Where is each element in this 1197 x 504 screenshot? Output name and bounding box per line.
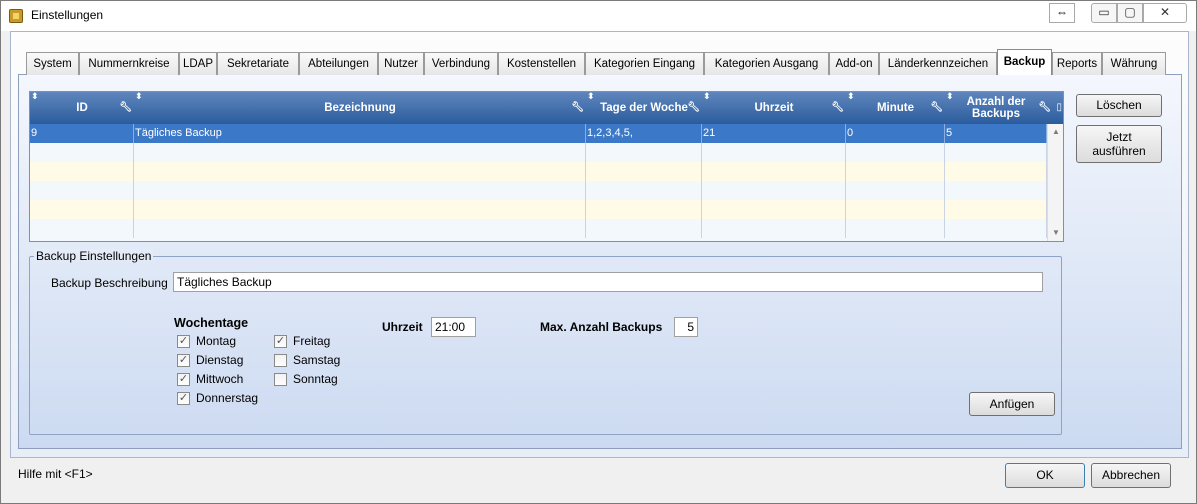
- delete-button[interactable]: Löschen: [1076, 94, 1162, 117]
- column-header-minute[interactable]: ⬍ Minute 🔧︎: [846, 92, 945, 124]
- empty-row: [30, 162, 1047, 181]
- add-button[interactable]: Anfügen: [969, 392, 1055, 416]
- check-icon: ✓: [177, 334, 190, 348]
- sort-icon[interactable]: ⬍: [135, 92, 143, 101]
- tab-laenderkennzeichen[interactable]: Länderkennzeichen: [879, 52, 997, 75]
- column-header-bezeichnung[interactable]: ⬍ Bezeichnung 🔧︎: [134, 92, 586, 124]
- weekdays-label: Wochentage: [174, 316, 249, 330]
- checkbox-montag[interactable]: ✓ Montag: [177, 334, 236, 348]
- filter-icon[interactable]: 🔧︎: [119, 103, 132, 113]
- tab-abteilungen[interactable]: Abteilungen: [299, 52, 378, 75]
- sort-icon[interactable]: ⬍: [847, 92, 855, 101]
- tab-waehrung[interactable]: Währung: [1102, 52, 1166, 75]
- title-bar: Einstellungen ⇔ ▭ ▢ ✕: [1, 1, 1196, 31]
- filter-icon[interactable]: 🔧︎: [687, 103, 700, 113]
- window-title: Einstellungen: [31, 8, 104, 22]
- empty-row: [30, 181, 1047, 200]
- cell-minute: 0: [846, 124, 945, 143]
- filter-icon[interactable]: 🔧︎: [571, 103, 584, 113]
- grid-scrollbar[interactable]: ▲ ▼: [1047, 124, 1063, 241]
- minimize-icon[interactable]: ▭: [1091, 3, 1117, 23]
- cell-bezeichnung: Tägliches Backup: [134, 124, 586, 143]
- maximize-icon[interactable]: ▢: [1117, 3, 1143, 23]
- restore-layout-icon[interactable]: ⇔: [1049, 3, 1075, 23]
- checkbox-dienstag[interactable]: ✓ Dienstag: [177, 353, 243, 367]
- tab-add-on[interactable]: Add-on: [829, 52, 879, 75]
- check-icon: ✓: [177, 372, 190, 386]
- cell-anzahl: 5: [945, 124, 1047, 143]
- max-backups-label: Max. Anzahl Backups: [540, 320, 663, 334]
- tab-sekretariate[interactable]: Sekretariate: [217, 52, 299, 75]
- tab-system[interactable]: System: [26, 52, 79, 75]
- filter-icon[interactable]: 🔧︎: [1038, 103, 1051, 113]
- cell-uhrzeit: 21: [702, 124, 846, 143]
- help-hint: Hilfe mit <F1>: [18, 467, 93, 481]
- tab-reports[interactable]: Reports: [1052, 52, 1102, 75]
- tab-verbindung[interactable]: Verbindung: [424, 52, 498, 75]
- close-icon[interactable]: ✕: [1143, 3, 1187, 23]
- sort-icon[interactable]: ⬍: [587, 92, 595, 101]
- checkbox-mittwoch[interactable]: ✓ Mittwoch: [177, 372, 243, 386]
- tab-kategorien-ausgang[interactable]: Kategorien Ausgang: [704, 52, 829, 75]
- checkbox-freitag[interactable]: ✓ Freitag: [274, 334, 330, 348]
- tab-nutzer[interactable]: Nutzer: [378, 52, 424, 75]
- column-header-uhrzeit[interactable]: ⬍ Uhrzeit 🔧︎: [702, 92, 846, 124]
- backup-grid: ⬍ ID 🔧︎ ⬍ Bezeichnung 🔧︎ ⬍ Tage der Woch…: [29, 91, 1064, 242]
- column-header-anzahl[interactable]: ⬍ Anzahl der Backups 🔧︎ ▯: [945, 92, 1063, 124]
- cancel-button[interactable]: Abbrechen: [1091, 463, 1171, 488]
- empty-row: [30, 143, 1047, 162]
- cell-id: 9: [30, 124, 134, 143]
- checkbox-samstag[interactable]: Samstag: [274, 353, 340, 367]
- max-backups-input[interactable]: [674, 317, 698, 337]
- filter-icon[interactable]: 🔧︎: [831, 103, 844, 113]
- settings-window: Einstellungen ⇔ ▭ ▢ ✕ System Nummernkrei…: [0, 0, 1197, 504]
- tab-kategorien-eingang[interactable]: Kategorien Eingang: [585, 52, 704, 75]
- check-icon: ✓: [177, 391, 190, 405]
- sort-icon[interactable]: ⬍: [31, 92, 39, 101]
- time-label: Uhrzeit: [382, 320, 423, 334]
- column-header-id[interactable]: ⬍ ID 🔧︎: [30, 92, 134, 124]
- group-title: Backup Einstellungen: [34, 249, 154, 263]
- time-input[interactable]: [431, 317, 476, 337]
- ok-button[interactable]: OK: [1005, 463, 1085, 488]
- tab-nummernkreise[interactable]: Nummernkreise: [79, 52, 179, 75]
- run-now-button[interactable]: Jetzt ausführen: [1076, 125, 1162, 163]
- app-icon: [9, 9, 23, 23]
- grid-header: ⬍ ID 🔧︎ ⬍ Bezeichnung 🔧︎ ⬍ Tage der Woch…: [30, 92, 1063, 124]
- empty-row: [30, 200, 1047, 219]
- check-icon: ✓: [177, 353, 190, 367]
- cell-tage: 1,2,3,4,5,: [586, 124, 702, 143]
- tab-ldap[interactable]: LDAP: [179, 52, 217, 75]
- filter-icon[interactable]: 🔧︎: [930, 103, 943, 113]
- empty-row: [30, 219, 1047, 241]
- description-input[interactable]: [173, 272, 1043, 292]
- scroll-down-icon[interactable]: ▼: [1048, 225, 1063, 241]
- sort-icon[interactable]: ⬍: [703, 92, 711, 101]
- checkbox-donnerstag[interactable]: ✓ Donnerstag: [177, 391, 258, 405]
- tab-backup[interactable]: Backup: [997, 49, 1052, 75]
- tab-kostenstellen[interactable]: Kostenstellen: [498, 52, 585, 75]
- check-icon: ✓: [274, 334, 287, 348]
- clipboard-icon[interactable]: ▯: [1056, 103, 1062, 113]
- scroll-up-icon[interactable]: ▲: [1048, 124, 1063, 140]
- table-row[interactable]: 9 Tägliches Backup 1,2,3,4,5, 21 0 5: [30, 124, 1047, 143]
- column-header-tage[interactable]: ⬍ Tage der Woche 🔧︎: [586, 92, 702, 124]
- description-label: Backup Beschreibung: [51, 276, 168, 290]
- checkbox-sonntag[interactable]: Sonntag: [274, 372, 338, 386]
